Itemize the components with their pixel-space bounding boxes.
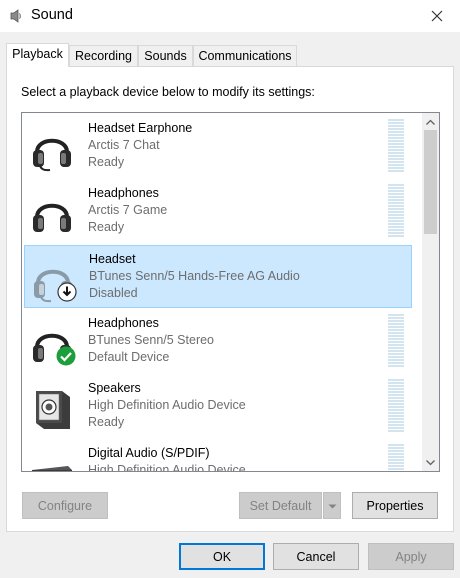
cancel-button[interactable]: Cancel <box>273 543 359 570</box>
title-bar: Sound <box>0 0 460 32</box>
speaker-box-icon <box>28 385 76 433</box>
device-name: Headphones <box>88 186 159 200</box>
device-description: Arctis 7 Chat <box>88 138 160 152</box>
instruction-text: Select a playback device below to modify… <box>21 85 315 99</box>
device-description: Arctis 7 Game <box>88 203 168 217</box>
close-icon[interactable] <box>414 0 460 32</box>
level-meter <box>388 379 404 433</box>
device-description: BTunes Senn/5 Hands-Free AG Audio <box>89 269 300 283</box>
device-item[interactable]: Headset BTunes Senn/5 Hands-Free AG Audi… <box>24 245 412 308</box>
device-name: Headset Earphone <box>88 121 193 135</box>
device-description: High Definition Audio Device <box>88 398 246 412</box>
device-status: Ready <box>88 220 125 234</box>
device-item[interactable]: Speakers High Definition Audio Device Re… <box>24 375 412 438</box>
level-meter <box>388 184 404 238</box>
level-meter <box>388 314 404 368</box>
playback-tab-page: Select a playback device below to modify… <box>6 66 454 532</box>
configure-button[interactable]: Configure <box>22 492 108 519</box>
default-checkmark-icon <box>56 346 76 366</box>
tab-sounds[interactable]: Sounds <box>138 45 193 66</box>
chevron-down-icon[interactable] <box>422 454 439 471</box>
device-description: High Definition Audio Device <box>88 463 246 472</box>
chevron-up-icon[interactable] <box>422 113 439 130</box>
disabled-down-arrow-icon <box>57 282 77 302</box>
level-meter <box>388 119 404 173</box>
device-item[interactable]: Digital Audio (S/PDIF) High Definition A… <box>24 440 412 472</box>
window-title: Sound <box>31 7 73 23</box>
headphones-icon <box>28 190 76 238</box>
device-item[interactable]: Headphones Arctis 7 Game Ready <box>24 180 412 243</box>
device-list[interactable]: Headset Earphone Arctis 7 Chat Ready Hea… <box>21 112 440 472</box>
device-item[interactable]: Headset Earphone Arctis 7 Chat Ready <box>24 115 412 178</box>
chevron-down-icon <box>328 499 337 513</box>
speaker-icon <box>8 8 24 24</box>
tab-recording[interactable]: Recording <box>69 45 138 66</box>
properties-button[interactable]: Properties <box>352 492 438 519</box>
scrollbar-thumb[interactable] <box>424 130 437 234</box>
device-name: Headphones <box>88 316 159 330</box>
apply-button[interactable]: Apply <box>368 543 454 570</box>
ok-button[interactable]: OK <box>179 543 265 570</box>
device-item[interactable]: Headphones BTunes Senn/5 Stereo Default … <box>24 310 412 373</box>
device-name: Digital Audio (S/PDIF) <box>88 446 210 460</box>
level-meter <box>388 444 404 471</box>
device-description: BTunes Senn/5 Stereo <box>88 333 215 347</box>
tab-communications[interactable]: Communications <box>193 45 297 66</box>
set-default-dropdown[interactable] <box>323 492 341 519</box>
device-name: Speakers <box>88 381 141 395</box>
set-default-button[interactable]: Set Default <box>239 492 322 519</box>
vertical-scrollbar[interactable] <box>422 113 439 471</box>
device-status: Ready <box>88 415 125 429</box>
headset-mic-icon <box>28 125 76 173</box>
device-name: Headset <box>89 252 136 266</box>
device-status: Disabled <box>89 286 138 300</box>
device-status: Default Device <box>88 350 170 364</box>
tab-playback[interactable]: Playback <box>6 43 69 67</box>
digital-audio-icon <box>28 450 76 471</box>
device-status: Ready <box>88 155 125 169</box>
